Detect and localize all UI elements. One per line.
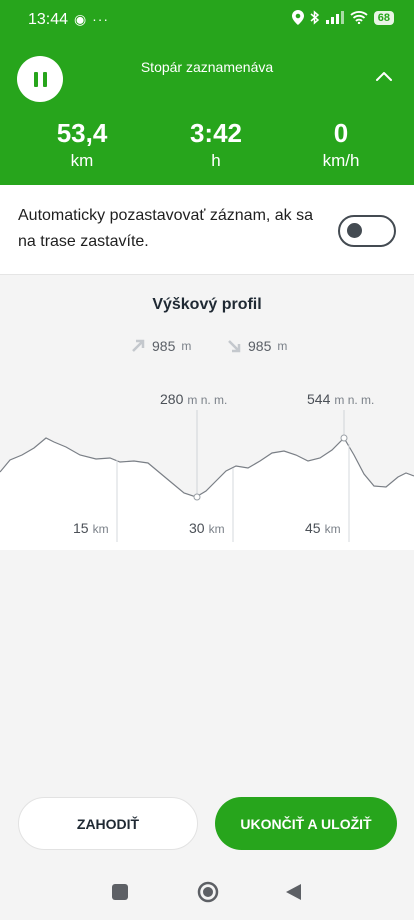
notification-icons: ◉ ··· — [74, 11, 109, 28]
distance-value: 53,4 — [56, 118, 108, 148]
descent-unit: m — [277, 339, 288, 353]
duration-value: 3:42 — [189, 118, 243, 148]
toggle-knob — [347, 223, 362, 238]
max-elevation-point — [340, 434, 348, 442]
status-right-icons: 68 — [291, 10, 394, 25]
wifi-icon — [350, 11, 368, 24]
status-time: 13:44 — [28, 11, 69, 28]
ascent-value: 985 — [152, 338, 176, 354]
location-icon — [291, 10, 304, 25]
duration-unit: h — [211, 151, 221, 170]
signal-icon — [325, 11, 344, 24]
status-bar: 13:44 ◉ ··· 68 — [0, 0, 414, 40]
arrow-up-right-icon — [132, 339, 145, 352]
min-elevation-label: 280 m n. m. — [160, 391, 227, 407]
finish-and-save-button[interactable]: UKONČIŤ A ULOŽIŤ — [215, 797, 397, 850]
recording-title: Stopár zaznamenáva — [140, 59, 274, 75]
recents-square-icon[interactable] — [111, 883, 129, 901]
elevation-profile-title: Výškový profil — [152, 296, 262, 313]
speed-unit: km/h — [322, 151, 360, 170]
auto-pause-row: Automaticky pozastavovať záznam, ak sa n… — [0, 185, 414, 275]
descent-value: 985 — [248, 338, 272, 354]
discard-button[interactable]: ZAHODIŤ — [18, 797, 198, 850]
more-dots-icon: ··· — [92, 11, 110, 27]
total-ascent: 985 m — [130, 338, 191, 354]
system-nav-bar — [0, 867, 414, 920]
stat-duration: 3:42 h — [156, 118, 276, 171]
elevation-profile-chart[interactable]: 280 m n. m. 544 m n. m. 15 km 30 km 45 km — [0, 380, 414, 550]
chevron-up-icon[interactable] — [374, 68, 394, 84]
bluetooth-icon — [310, 10, 319, 25]
arrow-down-right-icon — [228, 340, 241, 353]
messenger-icon: ◉ — [74, 11, 88, 27]
battery-indicator: 68 — [373, 10, 394, 25]
back-triangle-icon[interactable] — [285, 883, 302, 901]
stat-speed: 0 km/h — [281, 118, 401, 171]
ascent-unit: m — [181, 339, 192, 353]
auto-pause-toggle[interactable] — [338, 215, 396, 247]
auto-pause-label: Automaticky pozastavovať záznam, ak sa n… — [18, 207, 314, 250]
recording-stats: 53,4 km 3:42 h 0 km/h — [0, 118, 414, 178]
home-circle-icon[interactable] — [197, 881, 219, 903]
max-elevation-label: 544 m n. m. — [307, 391, 374, 407]
elevation-area — [0, 438, 414, 550]
total-descent: 985 m — [226, 338, 287, 354]
stat-distance: 53,4 km — [22, 118, 142, 171]
distance-unit: km — [70, 151, 94, 170]
recording-header: 13:44 ◉ ··· 68 Stopár zaznamenáva 53,4 k… — [0, 0, 414, 185]
min-elevation-point — [193, 493, 201, 501]
speed-value: 0 — [333, 118, 349, 148]
